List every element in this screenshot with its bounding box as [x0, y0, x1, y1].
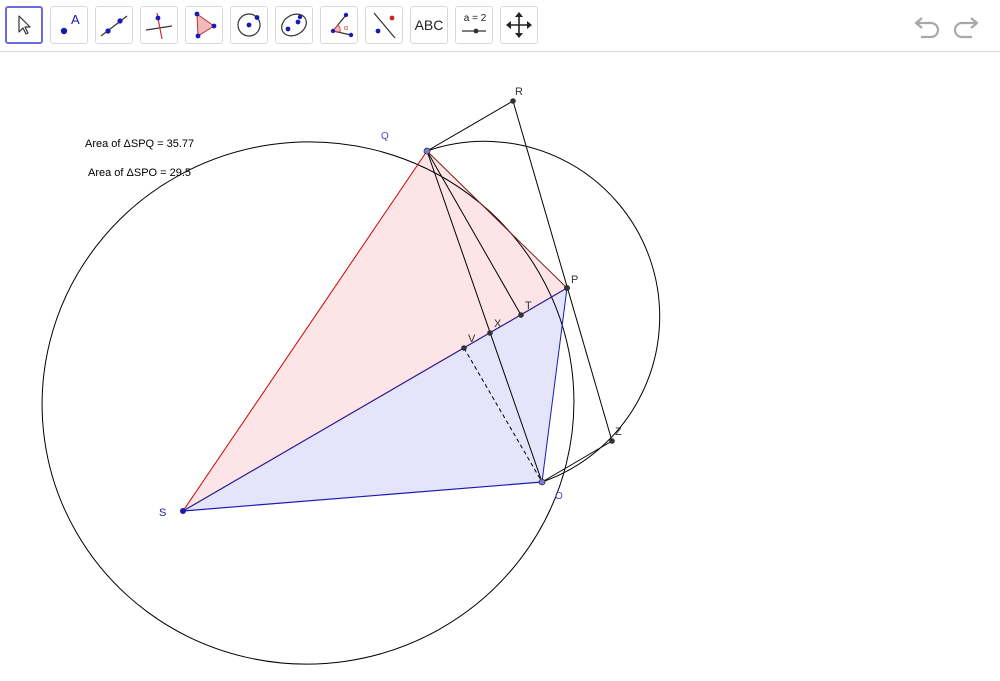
angle-icon: α: [330, 12, 354, 38]
redo-button[interactable]: [950, 12, 980, 45]
slider-icon-label: a = 2: [463, 13, 487, 24]
slider-tool-button[interactable]: a = 2: [455, 6, 493, 44]
label-p: P: [571, 274, 578, 286]
point-t[interactable]: [518, 312, 524, 318]
label-r: R: [515, 86, 523, 98]
text-icon: ABC: [414, 17, 444, 33]
polygon-tool-button[interactable]: [185, 6, 223, 44]
toolbar: A α ABC a = 2: [0, 0, 1000, 52]
point-tool-button[interactable]: A: [50, 6, 88, 44]
segment-zo[interactable]: [541, 440, 613, 483]
point-q[interactable]: [423, 147, 431, 155]
angle-tool-button[interactable]: α: [320, 6, 358, 44]
line-tool-button[interactable]: [95, 6, 133, 44]
point-tool-letter: A: [71, 12, 80, 27]
move-graphics-view-icon: [506, 12, 532, 38]
point-s[interactable]: [180, 508, 186, 514]
circle-tool-button[interactable]: [230, 6, 268, 44]
label-q: Q: [381, 131, 389, 142]
svg-text:α: α: [344, 25, 348, 32]
polygon-icon: [194, 11, 217, 39]
graphics-view[interactable]: R Q P T X V S O Z Area of ΔSPQ = 35.77 A…: [0, 53, 1000, 676]
area-spo-text[interactable]: Area of ΔSPO = 29.5: [88, 167, 191, 179]
line-through-points-icon: [100, 15, 128, 37]
reflect-about-line-icon: [373, 12, 396, 39]
undo-button[interactable]: [913, 12, 943, 45]
label-t: T: [525, 300, 532, 312]
point-z[interactable]: [609, 438, 615, 444]
area-spq-text[interactable]: Area of ΔSPQ = 35.77: [85, 138, 194, 150]
ellipse-icon: [281, 13, 307, 37]
circle-center-point-icon: [237, 13, 261, 37]
segment-qr[interactable]: [426, 100, 514, 152]
reflect-tool-button[interactable]: [365, 6, 403, 44]
text-tool-button[interactable]: ABC: [410, 6, 448, 44]
conic-tool-button[interactable]: [275, 6, 313, 44]
move-graphics-tool-button[interactable]: [500, 6, 538, 44]
pointer-arrow-icon: [18, 15, 31, 35]
label-o: O: [555, 491, 563, 502]
undo-icon: [914, 17, 940, 39]
label-x: X: [494, 318, 502, 330]
point-x[interactable]: [487, 330, 493, 336]
point-A-icon: A: [60, 12, 80, 35]
perpendicular-line-icon: [145, 12, 173, 40]
point-r[interactable]: [510, 98, 516, 104]
redo-icon: [953, 17, 979, 39]
label-s: S: [159, 507, 166, 519]
move-tool-button[interactable]: [5, 6, 43, 44]
point-v[interactable]: [461, 345, 467, 351]
point-o[interactable]: [538, 478, 546, 486]
label-v: V: [468, 333, 476, 345]
point-p[interactable]: [564, 285, 570, 291]
label-z: Z: [615, 426, 622, 438]
perpendicular-tool-button[interactable]: [140, 6, 178, 44]
